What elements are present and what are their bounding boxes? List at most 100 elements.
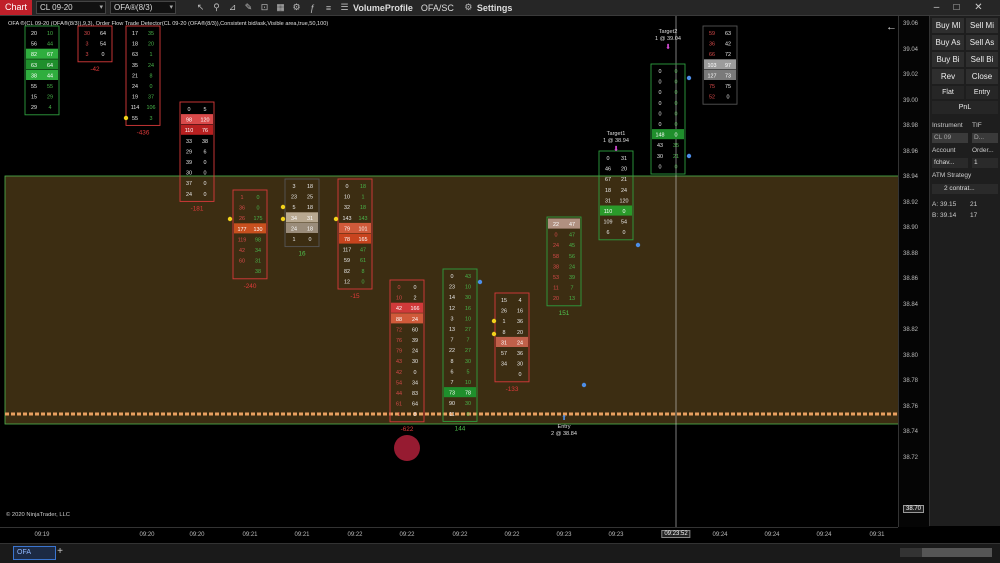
horizontal-scrollbar[interactable]	[900, 548, 992, 557]
ask-volume: 18	[307, 184, 313, 190]
pencil-icon[interactable]: ✎	[244, 2, 253, 13]
bid-volume: 76	[396, 338, 402, 344]
buy-ask-button[interactable]: Buy As	[932, 35, 964, 50]
ask-volume: 36	[517, 351, 523, 357]
time-tick: 09:22	[452, 532, 468, 538]
ask-volume: 31	[255, 259, 261, 265]
bid-volume: 79	[396, 349, 402, 355]
ask-volume: 97	[725, 63, 731, 69]
price-tick: 38.94	[903, 174, 919, 180]
close-position-button[interactable]: Close	[966, 69, 998, 84]
bid-volume: 3	[86, 42, 89, 48]
ask-volume: 18	[360, 184, 366, 190]
bid-volume: 55	[132, 116, 138, 122]
buy-market-button[interactable]: Buy Ml	[932, 18, 964, 33]
ask-volume: 43	[465, 274, 471, 280]
bid-volume: 35	[132, 63, 138, 69]
reverse-button[interactable]: Rev	[932, 69, 964, 84]
ask-volume: 54	[621, 220, 627, 226]
ask-volume: 30	[465, 401, 471, 407]
bid-volume: 34	[291, 216, 297, 222]
price-axis[interactable]: 38.70 39.06 39.04 39.02 39.00 38.98 38.96 38.9…	[898, 16, 930, 527]
chart-window-label[interactable]: Chart	[0, 0, 33, 15]
entry-button[interactable]: Entry	[966, 86, 998, 99]
lock-icon[interactable]: ⊡	[260, 2, 269, 13]
atm-strategy-select[interactable]: 2 contrat...	[932, 184, 998, 194]
footprint-bar: 17 35 18 20 63 1 35 24 21 8 24 0 19 37 114 106 55 3 -436	[125, 25, 161, 136]
bars-type-value: OFA®(8/3)	[114, 3, 153, 12]
bid-volume: 8	[451, 359, 454, 365]
tif-select[interactable]: D...	[972, 133, 998, 143]
ask-volume: 24	[517, 340, 523, 346]
ask-volume: 0	[257, 195, 260, 201]
settings-button[interactable]: Settings	[477, 3, 513, 13]
strategies-icon[interactable]: ⚙	[292, 2, 301, 13]
sell-bid-button[interactable]: Sell Bi	[966, 52, 998, 67]
bid-volume: 127	[708, 73, 717, 79]
bid-volume: 82	[31, 52, 37, 58]
bid-volume: 0	[555, 233, 558, 239]
pointer-icon[interactable]: ↖	[196, 2, 205, 13]
scrollbar-thumb[interactable]	[922, 548, 992, 557]
ask-price: 39.15	[940, 201, 957, 208]
ask-volume: 98	[255, 237, 261, 243]
ask-volume: 30	[412, 359, 418, 365]
bid-volume: 3	[293, 184, 296, 190]
sell-market-button[interactable]: Sell Mi	[966, 18, 998, 33]
ofa-sc-button[interactable]: OFA/SC	[421, 3, 454, 13]
ask-volume: 0	[414, 370, 417, 376]
ask-volume: 44	[47, 73, 53, 79]
bid-volume: 55	[31, 84, 37, 90]
price-tick: 38.76	[903, 403, 919, 410]
bid-volume: 57	[501, 351, 507, 357]
flat-button[interactable]: Flat	[932, 86, 964, 99]
order-qty-input[interactable]: 1	[972, 158, 998, 168]
account-label: Account	[932, 147, 956, 154]
bars-type-selector[interactable]: OFA®(8/3) ▾	[110, 1, 177, 14]
zoom-icon[interactable]: ⚲	[212, 2, 221, 13]
bid-volume: 31	[501, 340, 507, 346]
chevron-down-icon: ▾	[99, 4, 104, 11]
ask-volume: 101	[359, 226, 368, 232]
signal-dot	[333, 216, 339, 222]
ask-volume: 16	[465, 306, 471, 312]
ask-volume: 16	[517, 309, 523, 315]
bid-volume: 18	[132, 42, 138, 48]
drawing-tools-icon[interactable]: ▦	[276, 2, 285, 13]
chart-panel[interactable]: OFA ®(CL 09-20 (OFA®(8/3)),9,3), Order F…	[0, 16, 901, 527]
ask-volume: 0	[675, 80, 678, 86]
footprint-bar: 30 643 543 0-42	[77, 25, 113, 73]
close-window-icon[interactable]: ✕	[970, 0, 987, 15]
menu-icon[interactable]: ☰	[340, 2, 349, 13]
add-tab-icon[interactable]: +	[55, 546, 65, 558]
bid-label: B:	[932, 212, 939, 219]
time-axis[interactable]: 09:23:52 09:19 09:20 09:20 09:21 09:21 09:22 0…	[0, 527, 898, 544]
maximize-icon[interactable]: □	[948, 0, 965, 15]
ask-volume: 47	[360, 248, 366, 254]
account-select[interactable]: fchav...	[932, 158, 968, 168]
back-arrow-icon[interactable]: ←	[886, 21, 897, 33]
pnl-button[interactable]: PnL	[932, 101, 998, 114]
bid-volume: 53	[553, 275, 559, 281]
bid-volume: 11	[449, 412, 455, 418]
indicators-icon[interactable]: ƒ	[308, 3, 317, 13]
bid-volume: 0	[659, 164, 662, 170]
volume-profile-button[interactable]: VolumeProfile	[353, 3, 413, 13]
ask-volume: 60	[412, 327, 418, 333]
buy-bid-button[interactable]: Buy Bi	[932, 52, 964, 67]
sell-ask-button[interactable]: Sell As	[966, 35, 998, 50]
tab-ofa[interactable]: OFA	[13, 546, 56, 560]
bid-volume: 0	[659, 80, 662, 86]
properties-icon[interactable]: ≡	[324, 3, 333, 13]
bid-volume: 8	[503, 330, 506, 336]
time-tick: 09:24	[712, 532, 728, 538]
price-tick: 38.88	[903, 250, 919, 257]
settings-gear-icon[interactable]: ⚙	[464, 2, 473, 13]
instrument-field[interactable]: CL 09	[932, 133, 968, 143]
price-tick: 39.00	[903, 97, 919, 104]
minimize-icon[interactable]: –	[928, 0, 945, 15]
ask-volume: 39	[412, 338, 418, 344]
instrument-selector[interactable]: CL 09-20 ▾	[36, 1, 107, 14]
ask-volume: 30	[517, 362, 523, 368]
ruler-icon[interactable]: ⊿	[228, 2, 237, 13]
